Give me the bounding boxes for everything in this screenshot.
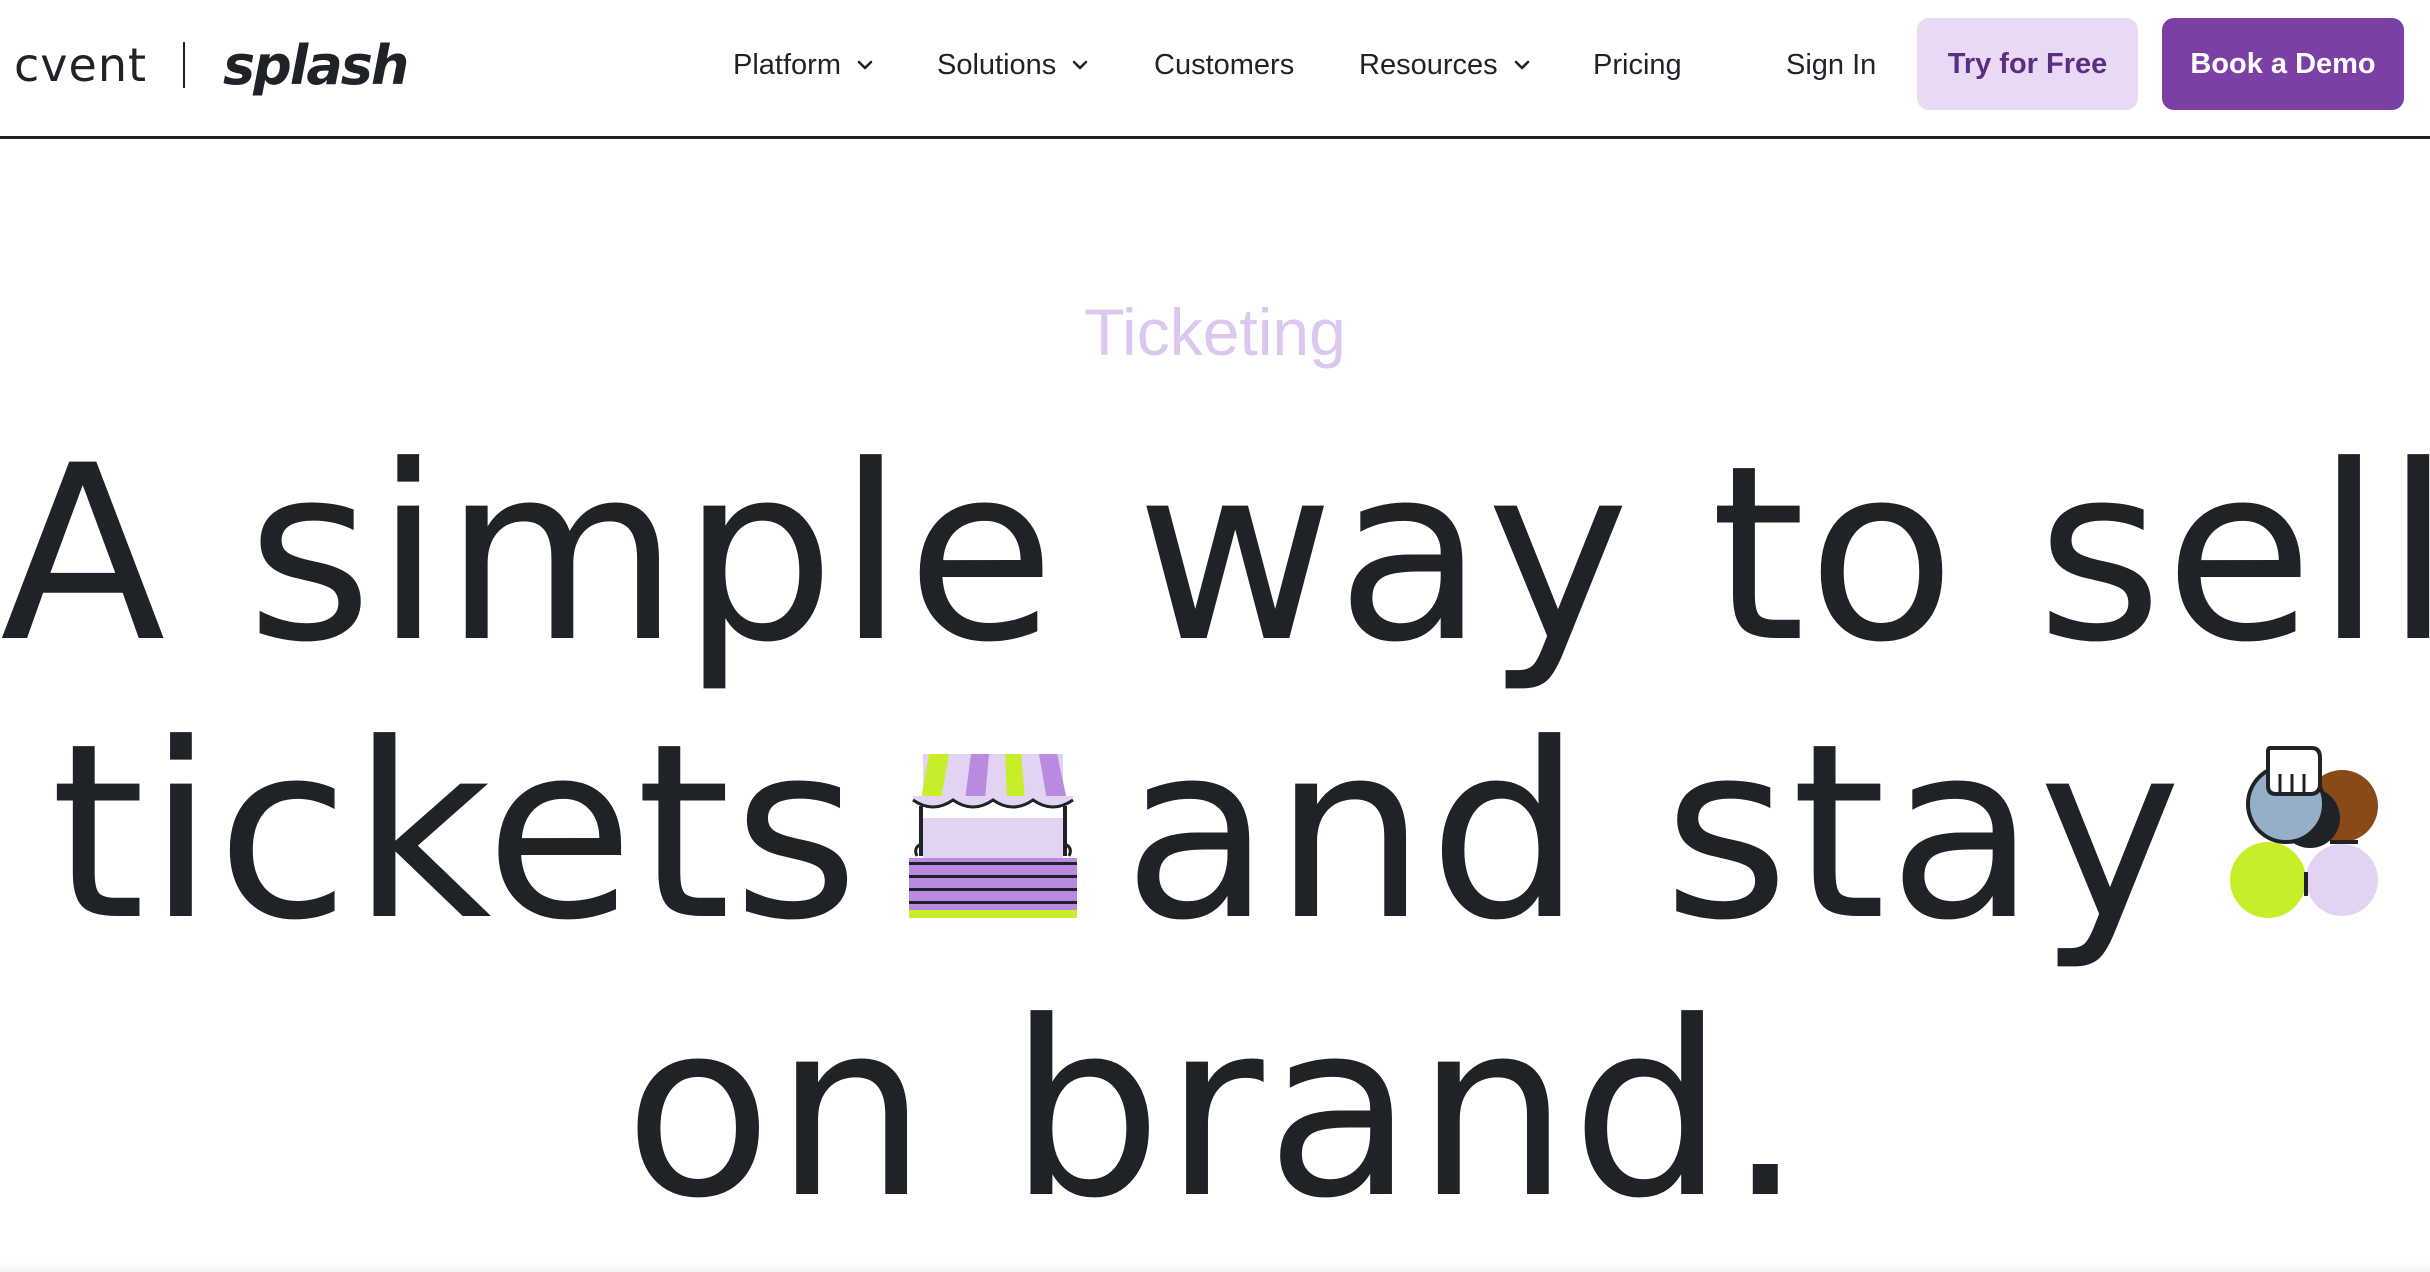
page-bottom-edge bbox=[0, 1262, 2430, 1272]
nav-platform-menu[interactable]: Platform bbox=[733, 42, 875, 88]
nav-resources-menu[interactable]: Resources bbox=[1359, 42, 1532, 88]
top-navigation: cvent splash Platform Solutions Customer… bbox=[0, 0, 2430, 139]
nav-pricing-link[interactable]: Pricing bbox=[1593, 42, 1682, 88]
hero-eyebrow: Ticketing bbox=[1084, 295, 1346, 369]
hero-headline-line-1: A simple way to sell bbox=[0, 414, 2430, 696]
people-group-icon bbox=[2229, 746, 2378, 918]
nav-solutions-label: Solutions bbox=[937, 48, 1057, 81]
nav-platform-label: Platform bbox=[733, 48, 841, 81]
chevron-down-icon bbox=[1073, 60, 1088, 70]
nav-customers-label: Customers bbox=[1154, 48, 1295, 81]
market-stall-icon bbox=[908, 754, 1077, 918]
hero-headline-and-stay: and stay bbox=[1122, 692, 2184, 974]
brand-logo[interactable]: cvent splash bbox=[14, 30, 409, 100]
chevron-down-icon bbox=[1514, 60, 1529, 70]
logo-divider bbox=[183, 42, 186, 88]
try-for-free-button[interactable]: Try for Free bbox=[1917, 18, 2138, 110]
nav-resources-label: Resources bbox=[1359, 48, 1498, 81]
nav-pricing-label: Pricing bbox=[1593, 48, 1682, 81]
hero-headline-line-3: on brand. bbox=[624, 970, 1806, 1252]
book-a-demo-button[interactable]: Book a Demo bbox=[2162, 18, 2404, 110]
nav-customers-link[interactable]: Customers bbox=[1154, 42, 1294, 88]
hero-headline-line-2: tickets and stay bbox=[0, 712, 2430, 954]
splash-logo: splash bbox=[223, 33, 409, 97]
sign-in-link[interactable]: Sign In bbox=[1786, 42, 1876, 88]
nav-solutions-menu[interactable]: Solutions bbox=[937, 42, 1090, 88]
hero-headline-tickets: tickets bbox=[50, 692, 861, 974]
chevron-down-icon bbox=[857, 60, 873, 70]
cvent-logo: cvent bbox=[14, 38, 148, 92]
sign-in-label: Sign In bbox=[1786, 48, 1877, 81]
